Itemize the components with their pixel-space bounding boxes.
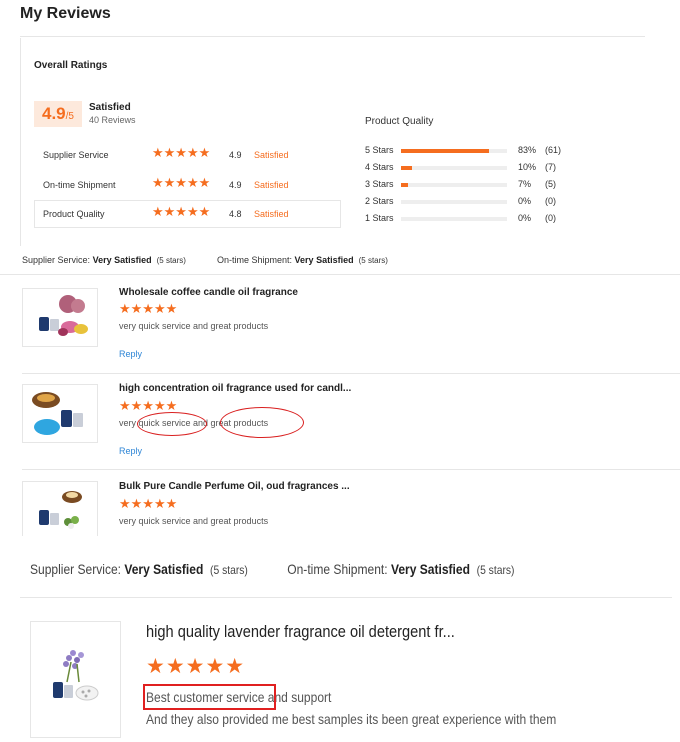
review-product-title[interactable]: high concentration oil fragrance used fo… [119,383,351,394]
on-time-shipment-value: Very Satisfied [390,561,470,577]
review-text: very quick service and great products [119,516,269,526]
divider [20,36,645,37]
distribution-percent: 10% [518,162,537,172]
review-product-title[interactable]: Bulk Pure Candle Perfume Oil, oud fragra… [119,481,350,492]
distribution-bar [401,149,507,153]
review-product-title[interactable]: Wholesale coffee candle oil fragrance [119,287,298,298]
distribution-row: 2 Stars 0% (0) [365,196,595,212]
product-image [32,392,83,435]
divider [22,469,680,470]
rating-status: Satisfied [254,150,289,160]
supplier-service-stars: (5 stars) [210,563,248,577]
distribution-percent: 83% [518,145,537,155]
distribution-row: 3 Stars 7% (5) [365,179,595,195]
divider [0,274,680,275]
rating-score: 4.8 [229,209,242,219]
supplier-service-label: Supplier Service: [22,255,91,265]
on-time-shipment-stars: (5 stars) [476,563,515,577]
star-level-label: 5 Stars [365,145,394,155]
review-text-line-2: And they also provided me best samples i… [146,711,557,727]
annotation-circle [220,407,304,438]
annotation-box [143,684,276,710]
product-image [53,650,99,701]
distribution-count: (0) [545,196,556,206]
distribution-bar [401,166,507,170]
overall-ratings-panel: My Reviews Overall Ratings 4.9/5 Satisfi… [0,0,680,246]
rating-label: On-time Shipment [43,180,116,190]
supplier-service-label: Supplier Service: [30,561,122,577]
distribution-count: (5) [545,179,556,189]
distribution-bar [401,183,507,187]
distribution-count: (0) [545,213,556,223]
review-summary-line: Supplier Service: Very Satisfied (5 star… [22,255,388,265]
supplier-service-value: Very Satisfied [92,255,152,265]
distribution-row: 1 Stars 0% (0) [365,213,595,229]
distribution-percent: 0% [518,196,532,206]
distribution-count: (7) [545,162,556,172]
annotation-circle [137,412,207,436]
reply-link[interactable]: Reply [119,349,142,359]
review-stars: ★★★★★ [119,302,178,317]
distribution-row: 5 Stars 83% (61) [365,145,595,161]
distribution-row: 4 Stars 10% (7) [365,162,595,178]
on-time-shipment-label: On-time Shipment: [217,255,293,265]
distribution-bar-fill [401,183,409,187]
page-title: My Reviews [20,5,111,22]
rating-score: 4.9 [229,180,242,190]
product-thumbnail[interactable] [22,481,98,536]
review-stars: ★★★★★ [146,654,246,678]
rating-row-product-quality[interactable]: Product Quality ★★★★★ 4.8 Satisfied [34,200,341,228]
product-thumbnail[interactable] [22,384,98,443]
distribution-bar [401,217,507,221]
overall-satisfaction-label: Satisfied [89,102,131,113]
on-time-shipment-value: Very Satisfied [294,255,354,265]
overall-score-badge: 4.9/5 [34,101,82,127]
star-level-label: 1 Stars [365,213,394,223]
product-quality-title: Product Quality [365,116,434,127]
star-rating: ★★★★★ [152,176,211,191]
divider [20,597,672,598]
rating-row-supplier-service: Supplier Service ★★★★★ 4.9 Satisfied [34,141,341,169]
star-rating: ★★★★★ [152,205,211,220]
reply-link[interactable]: Reply [119,446,142,456]
star-rating: ★★★★★ [152,146,211,161]
rating-label: Supplier Service [43,150,109,160]
distribution-percent: 0% [518,213,532,223]
star-level-label: 2 Stars [365,196,394,206]
rating-row-on-time-shipment: On-time Shipment ★★★★★ 4.9 Satisfied [34,171,341,199]
rating-status: Satisfied [254,209,289,219]
rating-label: Product Quality [43,209,105,219]
distribution-percent: 7% [518,179,532,189]
star-level-label: 4 Stars [365,162,394,172]
supplier-service-stars: (5 stars) [156,256,186,265]
supplier-service-value: Very Satisfied [124,561,204,577]
star-level-label: 3 Stars [365,179,394,189]
reviews-panel-small: Supplier Service: Very Satisfied (5 star… [0,247,680,536]
product-image [39,491,82,529]
review-summary-line: Supplier Service: Very Satisfied (5 star… [30,561,514,577]
product-image [39,295,88,336]
on-time-shipment-label: On-time Shipment: [287,561,388,577]
reviews-panel-large: Supplier Service: Very Satisfied (5 star… [0,540,680,742]
review-product-title[interactable]: high quality lavender fragrance oil dete… [146,622,455,642]
distribution-bar-fill [401,149,489,153]
distribution-bar-fill [401,166,412,170]
product-thumbnail[interactable] [30,621,121,738]
overall-ratings-heading: Overall Ratings [34,60,108,71]
review-text: very quick service and great products [119,321,269,331]
distribution-count: (61) [545,145,562,155]
review-stars: ★★★★★ [119,497,178,512]
product-thumbnail[interactable] [22,288,98,347]
review-count: 40 Reviews [89,115,136,125]
rating-status: Satisfied [254,180,289,190]
distribution-bar [401,200,507,204]
divider [22,373,680,374]
rating-score: 4.9 [229,150,242,160]
on-time-shipment-stars: (5 stars) [358,256,388,265]
